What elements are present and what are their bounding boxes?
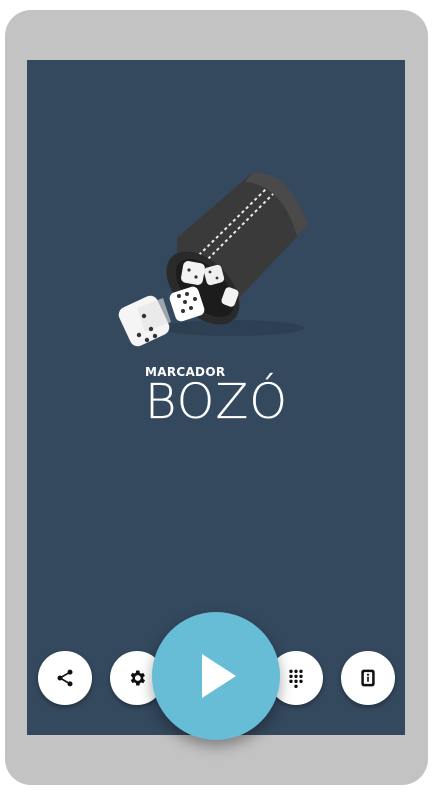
info-button[interactable]: [341, 651, 395, 705]
play-icon: [202, 654, 236, 698]
share-button[interactable]: [38, 651, 92, 705]
dialpad-icon: [289, 669, 303, 688]
share-icon: [57, 669, 73, 687]
info-icon: [361, 669, 375, 687]
play-button[interactable]: [152, 612, 280, 740]
gear-icon: [130, 670, 145, 686]
app-logo-title: BOZÓ: [145, 374, 289, 430]
